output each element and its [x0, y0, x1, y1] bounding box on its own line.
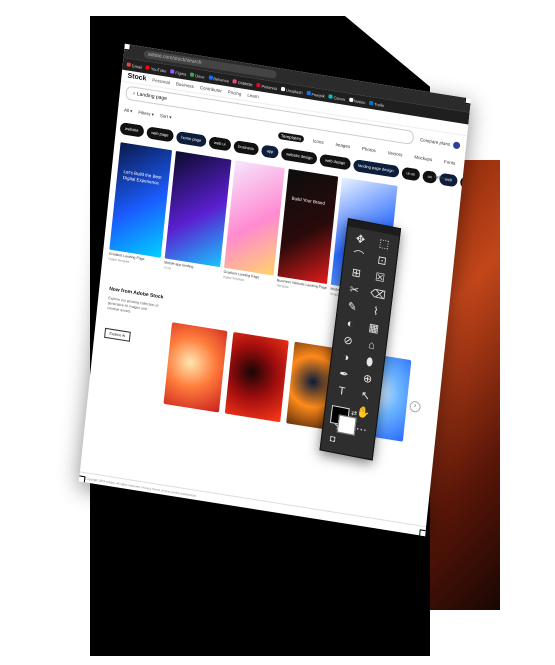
- result-card[interactable]: Gradient Landing Page Digital Template: [222, 160, 285, 295]
- nav-link[interactable]: Pricing: [228, 89, 242, 96]
- asset-type-tab[interactable]: Templates: [277, 131, 305, 143]
- result-card[interactable]: Mobile app landing UI Kit: [163, 150, 232, 287]
- bookmark-favicon-icon: [328, 94, 333, 99]
- related-search-pill[interactable]: app: [261, 144, 279, 159]
- filter-dropdown[interactable]: Filters ▾: [138, 110, 154, 118]
- bookmark-item[interactable]: Figma: [170, 69, 187, 77]
- quick-mask-icon[interactable]: ◘: [329, 433, 336, 444]
- nav-link[interactable]: Personal: [152, 77, 170, 85]
- nav-link[interactable]: Learn: [247, 93, 259, 100]
- ai-image-tile[interactable]: [224, 331, 289, 423]
- asset-type-tab[interactable]: Fonts: [441, 157, 459, 167]
- related-search-pill[interactable]: website: [119, 121, 145, 138]
- asset-type-tab[interactable]: Mockups: [411, 152, 435, 163]
- thumbnail-headline: Build Your Brand: [291, 195, 326, 206]
- result-thumbnail[interactable]: Let's Build the Best Digital Experience: [109, 142, 173, 258]
- bookmark-item[interactable]: Pinterest: [256, 82, 278, 91]
- bookmark-label: Canva: [333, 94, 346, 102]
- search-query: Landing page: [136, 91, 168, 102]
- bookmark-item[interactable]: Gmail: [126, 62, 143, 70]
- asset-type-tab[interactable]: Vectors: [384, 148, 406, 158]
- black-footer-block: [90, 600, 430, 656]
- asset-type-tab[interactable]: Images: [332, 140, 353, 150]
- result-thumbnail[interactable]: [164, 150, 232, 268]
- bookmark-label: Drive: [195, 72, 205, 80]
- bookmark-label: Trello: [374, 101, 385, 108]
- bookmark-label: Behance: [213, 75, 230, 83]
- result-subtitle: UI Kit: [163, 265, 172, 271]
- browser-window-mockup: adobe.com/stock/search Gmail YouTube Figma…: [78, 43, 472, 537]
- avatar[interactable]: [452, 140, 461, 149]
- bookmark-favicon-icon: [232, 79, 238, 84]
- asset-type-tab[interactable]: Icons: [310, 136, 327, 146]
- asset-type-tab[interactable]: Photos: [359, 144, 380, 154]
- bookmark-item[interactable]: Freepik: [306, 90, 325, 98]
- corner-handle-top-right[interactable]: [464, 94, 472, 106]
- bookmark-label: Unsplash: [285, 87, 303, 95]
- thumbnail-headline: Let's Build the Best Digital Experience: [122, 168, 162, 186]
- bookmark-favicon-icon: [126, 62, 131, 67]
- related-search-pill[interactable]: website design: [280, 147, 318, 166]
- corner-handle-bottom-left[interactable]: [78, 474, 86, 486]
- bookmark-label: Figma: [175, 69, 187, 77]
- nav-link[interactable]: Business: [176, 81, 195, 89]
- related-search-pill[interactable]: ui ux: [400, 166, 421, 182]
- bookmark-item[interactable]: Trello: [369, 100, 385, 108]
- bookmark-item[interactable]: Behance: [208, 75, 229, 83]
- bookmark-item[interactable]: YouTube: [145, 65, 167, 74]
- ai-image-tile[interactable]: [163, 322, 228, 413]
- related-search-pill[interactable]: business: [232, 139, 260, 156]
- bookmark-item[interactable]: Notion: [348, 97, 366, 105]
- bookmark-label: Freepik: [311, 91, 326, 99]
- site-logo[interactable]: Stock: [127, 73, 147, 83]
- bookmark-favicon-icon: [306, 90, 311, 96]
- bookmark-favicon-icon: [256, 82, 261, 88]
- bookmark-favicon-icon: [190, 72, 195, 77]
- result-subtitle: Template: [276, 283, 289, 290]
- bookmark-favicon-icon: [208, 75, 213, 80]
- result-thumbnail[interactable]: [224, 160, 285, 276]
- section-description: Explore our growing collection of genera…: [106, 295, 159, 314]
- next-arrow-icon[interactable]: ›: [409, 400, 422, 414]
- related-search-pill[interactable]: web design: [319, 153, 351, 171]
- bookmark-item[interactable]: Drive: [190, 72, 205, 79]
- swap-colors-icon[interactable]: ⇄: [351, 409, 358, 418]
- bookmark-favicon-icon: [145, 65, 151, 70]
- bookmark-label: Gmail: [131, 62, 143, 70]
- related-search-pill[interactable]: web page: [145, 126, 175, 143]
- related-search-pill[interactable]: home page: [175, 130, 207, 148]
- bookmark-favicon-icon: [348, 97, 354, 103]
- bookmark-label: Pinterest: [261, 83, 278, 91]
- explore-button[interactable]: Explore AI: [104, 327, 131, 342]
- bookmark-item[interactable]: Dribbble: [232, 79, 253, 87]
- bookmark-favicon-icon: [281, 86, 286, 92]
- result-card[interactable]: Build Your Brand Business Website Landing…: [275, 168, 339, 304]
- bookmark-item[interactable]: Unsplash: [281, 86, 303, 95]
- bookmark-label: Dribbble: [237, 79, 253, 87]
- filter-dropdown[interactable]: Sort ▾: [160, 113, 172, 121]
- nav-link[interactable]: Contributor: [200, 85, 223, 93]
- background-color-swatch[interactable]: [336, 414, 357, 436]
- result-card[interactable]: Let's Build the Best Digital Experience G…: [107, 142, 173, 277]
- bookmark-favicon-icon: [170, 69, 175, 74]
- filter-dropdown[interactable]: All ▾: [124, 107, 133, 114]
- result-thumbnail[interactable]: Build Your Brand: [277, 168, 339, 285]
- bookmark-item[interactable]: Canva: [328, 94, 346, 102]
- bookmark-label: Notion: [353, 97, 366, 105]
- related-search-pill[interactable]: landing page design: [352, 158, 400, 179]
- compare-plans-link[interactable]: Compare plans: [420, 137, 451, 147]
- bookmark-favicon-icon: [369, 100, 374, 106]
- related-search-pill[interactable]: web ui: [208, 136, 231, 152]
- bookmark-label: YouTube: [150, 65, 167, 74]
